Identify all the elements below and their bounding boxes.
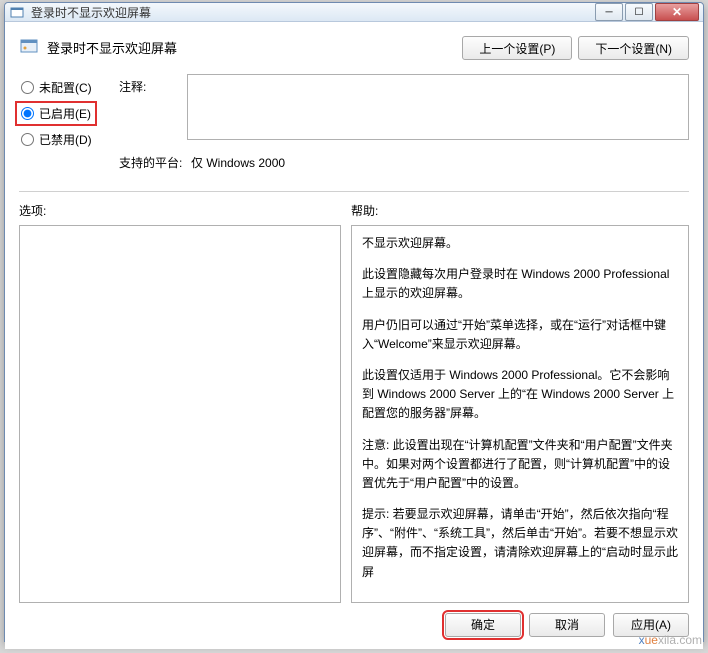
fields-col: 注释: 支持的平台: 仅 Windows 2000: [119, 74, 689, 175]
content-area: 登录时不显示欢迎屏幕 上一个设置(P) 下一个设置(N) 未配置(C) 已启用(…: [5, 22, 703, 649]
help-p2: 此设置隐藏每次用户登录时在 Windows 2000 Professional …: [362, 265, 678, 303]
radio-enabled-label: 已启用(E): [39, 105, 91, 122]
radio-disabled-label: 已禁用(D): [39, 131, 92, 148]
comment-row: 注释:: [119, 74, 689, 140]
help-label: 帮助:: [351, 202, 378, 225]
radio-enabled[interactable]: 已启用(E): [19, 100, 119, 126]
policy-icon: [19, 36, 39, 56]
highlight-enabled: 已启用(E): [15, 101, 97, 126]
comment-label: 注释:: [119, 74, 187, 95]
radio-disabled-input[interactable]: [21, 133, 34, 146]
maximize-button[interactable]: ☐: [625, 3, 653, 21]
minimize-icon: ─: [605, 7, 612, 18]
prev-setting-button[interactable]: 上一个设置(P): [462, 36, 572, 60]
minimize-button[interactable]: ─: [595, 3, 623, 21]
dialog-window: 登录时不显示欢迎屏幕 ─ ☐ ✕ 登录时不显示欢迎屏幕 上一个设置(P) 下一个…: [4, 2, 704, 642]
radio-not-configured-input[interactable]: [21, 81, 34, 94]
radio-disabled[interactable]: 已禁用(D): [19, 126, 119, 152]
radio-group: 未配置(C) 已启用(E) 已禁用(D): [19, 74, 119, 175]
help-p5: 注意: 此设置出现在“计算机配置”文件夹和“用户配置”文件夹中。如果对两个设置都…: [362, 436, 678, 494]
nav-buttons: 上一个设置(P) 下一个设置(N): [462, 36, 689, 60]
options-panel[interactable]: [19, 225, 341, 603]
help-p1: 不显示欢迎屏幕。: [362, 234, 678, 253]
policy-title: 登录时不显示欢迎屏幕: [47, 36, 462, 57]
header-row: 登录时不显示欢迎屏幕 上一个设置(P) 下一个设置(N): [19, 36, 689, 60]
config-row: 未配置(C) 已启用(E) 已禁用(D) 注释:: [19, 74, 689, 175]
titlebar[interactable]: 登录时不显示欢迎屏幕 ─ ☐ ✕: [5, 3, 703, 22]
options-label: 选项:: [19, 202, 351, 225]
radio-enabled-input[interactable]: [21, 107, 34, 120]
next-setting-button[interactable]: 下一个设置(N): [578, 36, 689, 60]
panel-labels: 选项: 帮助:: [19, 202, 689, 225]
help-p6: 提示: 若要显示欢迎屏幕，请单击“开始”，然后依次指向“程序”、“附件”、“系统…: [362, 505, 678, 582]
app-icon: [9, 4, 25, 20]
help-panel[interactable]: 不显示欢迎屏幕。 此设置隐藏每次用户登录时在 Windows 2000 Prof…: [351, 225, 689, 603]
radio-not-configured-label: 未配置(C): [39, 79, 92, 96]
close-button[interactable]: ✕: [655, 3, 699, 21]
apply-button[interactable]: 应用(A): [613, 613, 689, 637]
help-p3: 用户仍旧可以通过“开始”菜单选择，或在“运行”对话框中键入“Welcome”来显…: [362, 316, 678, 354]
window-title: 登录时不显示欢迎屏幕: [31, 4, 595, 21]
cancel-button[interactable]: 取消: [529, 613, 605, 637]
radio-not-configured[interactable]: 未配置(C): [19, 74, 119, 100]
close-icon: ✕: [672, 5, 682, 19]
help-p4: 此设置仅适用于 Windows 2000 Professional。它不会影响到…: [362, 366, 678, 424]
platform-label: 支持的平台:: [119, 150, 187, 171]
comment-input[interactable]: [187, 74, 689, 140]
maximize-icon: ☐: [635, 7, 644, 18]
platform-value: 仅 Windows 2000: [187, 150, 689, 175]
footer: 确定 取消 应用(A): [19, 603, 689, 641]
ok-button[interactable]: 确定: [445, 613, 521, 637]
window-controls: ─ ☐ ✕: [595, 3, 699, 21]
panels: 不显示欢迎屏幕。 此设置隐藏每次用户登录时在 Windows 2000 Prof…: [19, 225, 689, 603]
platform-row: 支持的平台: 仅 Windows 2000: [119, 150, 689, 175]
divider: [19, 191, 689, 192]
